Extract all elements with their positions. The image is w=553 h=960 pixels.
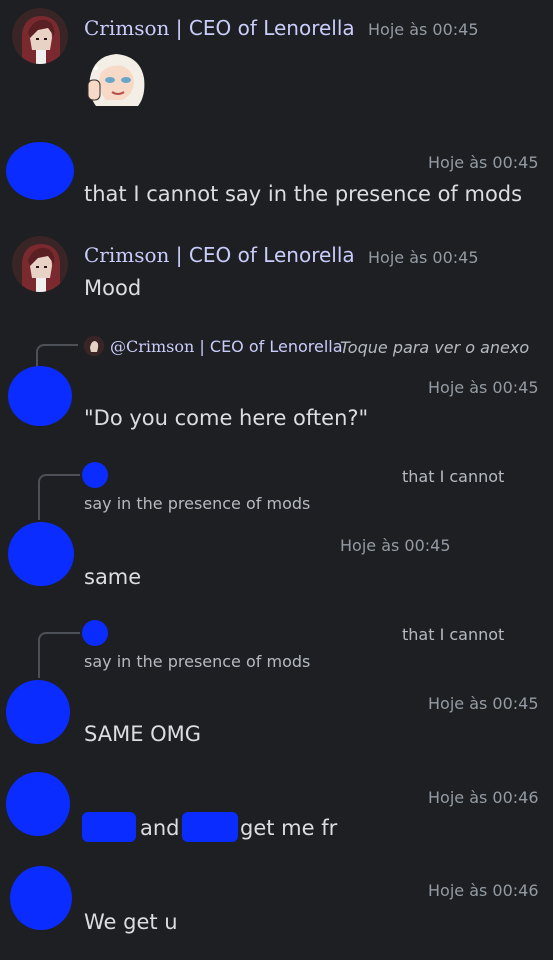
redacted-name bbox=[82, 812, 136, 842]
timestamp: Hoje às 00:46 bbox=[428, 788, 539, 807]
message-text: "Do you come here often?" bbox=[84, 406, 369, 430]
message-text: and bbox=[140, 816, 180, 840]
reply-preview-continued[interactable]: say in the presence of mods bbox=[84, 652, 310, 671]
avatar[interactable] bbox=[8, 522, 74, 586]
reply-author-serif: @Crimson bbox=[110, 337, 195, 356]
author-name[interactable]: Crimson | CEO of Lenorella bbox=[84, 243, 355, 267]
avatar[interactable] bbox=[8, 366, 72, 426]
timestamp: Hoje às 00:45 bbox=[340, 536, 451, 555]
author-name-serif: Crimson bbox=[84, 243, 170, 267]
reply-preview-continued[interactable]: say in the presence of mods bbox=[84, 494, 310, 513]
reply-preview[interactable]: that I cannot bbox=[402, 625, 504, 644]
sticker-image[interactable] bbox=[82, 52, 150, 108]
timestamp: Hoje às 00:46 bbox=[428, 881, 539, 900]
timestamp: Hoje às 00:45 bbox=[428, 378, 539, 397]
author-name-rest: CEO of Lenorella bbox=[188, 16, 355, 40]
avatar[interactable] bbox=[10, 866, 72, 930]
timestamp: Hoje às 00:45 bbox=[368, 20, 479, 39]
reply-avatar[interactable] bbox=[82, 462, 108, 488]
avatar[interactable] bbox=[6, 772, 70, 836]
timestamp: Hoje às 00:45 bbox=[428, 153, 539, 172]
message-text: We get u bbox=[84, 910, 178, 934]
reply-author[interactable]: @Crimson | CEO of Lenorella bbox=[110, 337, 343, 356]
author-name-serif: Crimson bbox=[84, 16, 170, 40]
author-name-separator: | bbox=[169, 16, 189, 40]
reply-connector bbox=[38, 632, 80, 678]
message-text: same bbox=[84, 565, 142, 589]
timestamp: Hoje às 00:45 bbox=[428, 694, 539, 713]
reply-preview[interactable]: Toque para ver o anexo bbox=[340, 338, 529, 357]
message-text-continued: get me fr bbox=[240, 816, 338, 840]
avatar[interactable] bbox=[12, 236, 68, 292]
message-text: SAME OMG bbox=[84, 722, 202, 746]
message-text: that I cannot say in the presence of mod… bbox=[84, 182, 523, 206]
reply-connector bbox=[38, 474, 80, 520]
redacted-name bbox=[182, 812, 238, 842]
message-text: Mood bbox=[84, 276, 142, 300]
timestamp: Hoje às 00:45 bbox=[368, 248, 479, 267]
reply-author-rest: | CEO of Lenorella bbox=[194, 337, 343, 356]
avatar[interactable] bbox=[12, 8, 68, 64]
author-name[interactable]: Crimson | CEO of Lenorella bbox=[84, 16, 355, 40]
reply-avatar[interactable] bbox=[84, 336, 104, 356]
avatar[interactable] bbox=[6, 142, 74, 200]
author-name-rest: CEO of Lenorella bbox=[188, 243, 355, 267]
reply-avatar[interactable] bbox=[82, 620, 108, 646]
avatar[interactable] bbox=[6, 680, 70, 744]
reply-preview[interactable]: that I cannot bbox=[402, 467, 504, 486]
author-name-separator: | bbox=[169, 243, 189, 267]
